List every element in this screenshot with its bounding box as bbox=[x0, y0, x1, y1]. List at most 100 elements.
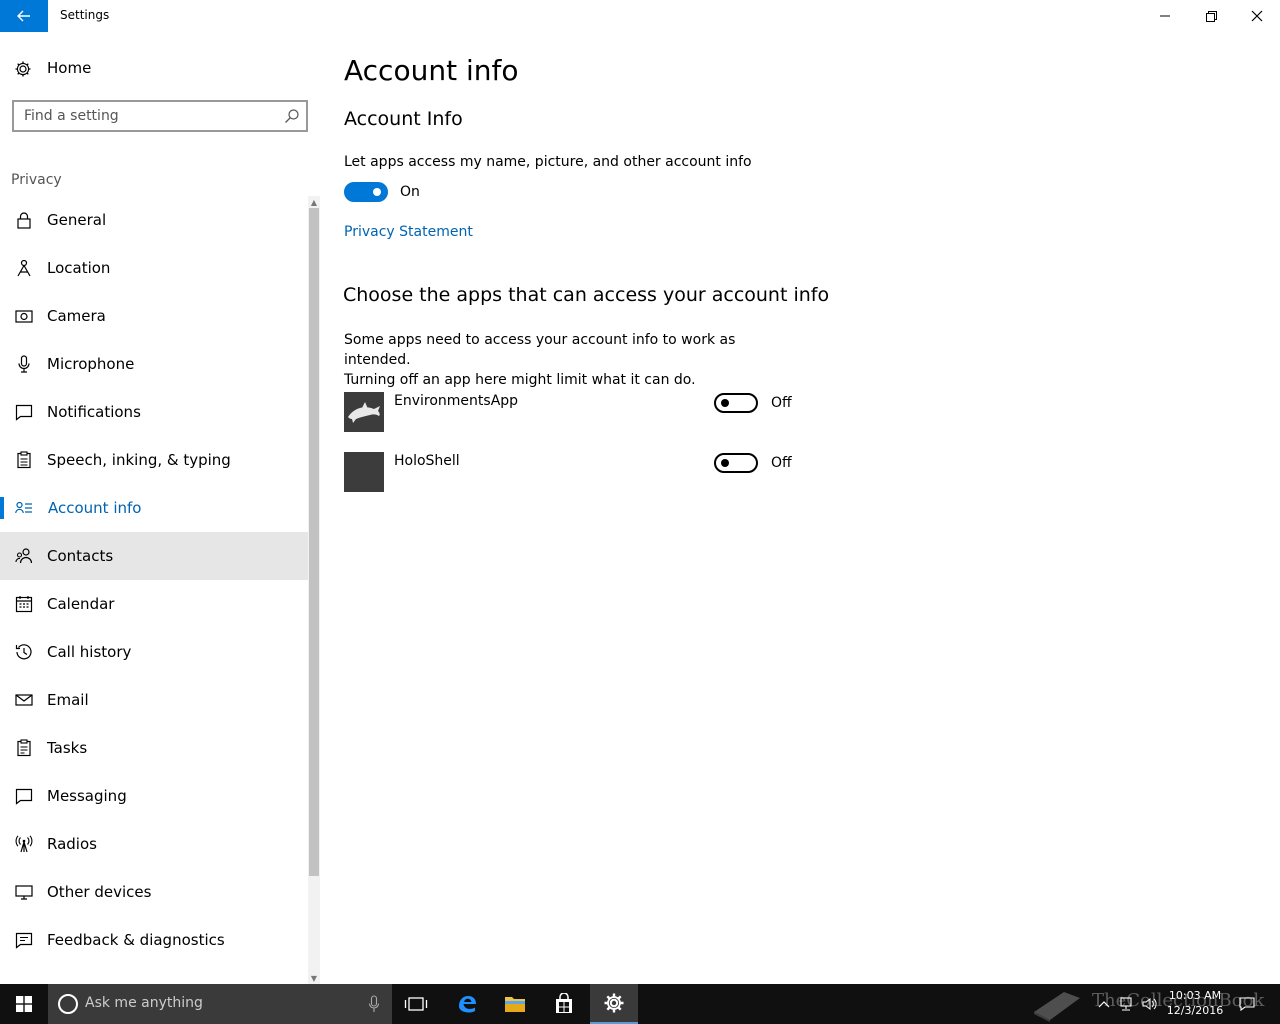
sidebar-item-label: Calendar bbox=[47, 595, 115, 613]
windows-logo-icon bbox=[16, 996, 32, 1012]
page-title: Account info bbox=[344, 54, 519, 87]
sidebar-item-feedback[interactable]: Feedback & diagnostics bbox=[0, 916, 308, 964]
main-content: Account info Account Info Let apps acces… bbox=[320, 32, 1280, 984]
sidebar-item-radios[interactable]: Radios bbox=[0, 820, 308, 868]
title-bar: Settings bbox=[0, 0, 1280, 32]
sidebar-item-general[interactable]: General bbox=[0, 196, 308, 244]
holoshell-toggle[interactable] bbox=[714, 453, 758, 473]
app-toggle-state: Off bbox=[771, 395, 792, 411]
sidebar-item-microphone[interactable]: Microphone bbox=[0, 340, 308, 388]
sidebar-item-camera[interactable]: Camera bbox=[0, 292, 308, 340]
search-icon[interactable] bbox=[284, 108, 300, 124]
sidebar-item-label: Email bbox=[47, 691, 89, 709]
history-icon bbox=[15, 644, 32, 660]
scroll-thumb[interactable] bbox=[309, 208, 319, 876]
apps-section-description: Some apps need to access your account in… bbox=[344, 330, 804, 390]
sidebar-item-other-devices[interactable]: Other devices bbox=[0, 868, 308, 916]
sidebar-item-label: Messaging bbox=[47, 787, 127, 805]
show-hidden-icons-button[interactable] bbox=[1094, 984, 1114, 1024]
notifications-icon bbox=[15, 404, 33, 421]
volume-tray-button[interactable] bbox=[1140, 984, 1160, 1024]
minimize-button[interactable] bbox=[1142, 0, 1188, 32]
file-explorer-button[interactable] bbox=[491, 984, 539, 1024]
sidebar-home[interactable]: Home bbox=[0, 48, 308, 88]
scroll-down-arrow-icon[interactable]: ▼ bbox=[308, 972, 320, 984]
restore-icon bbox=[1205, 10, 1217, 22]
action-center-icon bbox=[1239, 997, 1255, 1012]
toggle-knob bbox=[721, 459, 729, 467]
dolphin-icon bbox=[344, 392, 384, 432]
privacy-nav-list: General Location Camera Microphone Notif… bbox=[0, 196, 308, 964]
scroll-up-arrow-icon[interactable]: ▲ bbox=[308, 196, 320, 208]
task-view-button[interactable] bbox=[392, 984, 440, 1024]
action-center-button[interactable] bbox=[1236, 984, 1258, 1024]
cortana-placeholder: Ask me anything bbox=[85, 995, 203, 1011]
sidebar-home-label: Home bbox=[47, 59, 92, 77]
sidebar-item-label: Microphone bbox=[47, 355, 135, 373]
cortana-search-box[interactable]: Ask me anything bbox=[48, 984, 392, 1024]
sidebar-item-label: Notifications bbox=[47, 403, 141, 421]
app-placeholder-icon bbox=[344, 452, 384, 492]
camera-icon bbox=[15, 310, 33, 323]
calendar-icon bbox=[15, 596, 33, 613]
sidebar-item-location[interactable]: Location bbox=[0, 244, 308, 292]
sidebar-item-label: Tasks bbox=[47, 739, 88, 757]
sidebar-item-call-history[interactable]: Call history bbox=[0, 628, 308, 676]
gear-icon bbox=[15, 61, 31, 77]
privacy-statement-link[interactable]: Privacy Statement bbox=[344, 224, 473, 240]
sidebar-item-account-info[interactable]: Account info bbox=[0, 484, 308, 532]
sidebar-item-label: Speech, inking, & typing bbox=[47, 451, 231, 469]
app-name: HoloShell bbox=[394, 453, 460, 469]
app-name: EnvironmentsApp bbox=[394, 393, 519, 409]
speech-icon bbox=[17, 451, 31, 469]
email-icon bbox=[15, 694, 33, 706]
sidebar-item-contacts[interactable]: Contacts bbox=[0, 532, 308, 580]
account-info-icon bbox=[15, 501, 32, 514]
tasks-icon bbox=[17, 739, 31, 757]
close-button[interactable] bbox=[1234, 0, 1280, 32]
app-row-environmentsapp: EnvironmentsApp Off bbox=[344, 392, 804, 432]
taskbar: Ask me anything TheCollectionBook 10:03 … bbox=[0, 984, 1280, 1024]
store-button[interactable] bbox=[540, 984, 588, 1024]
radios-icon bbox=[15, 835, 33, 853]
clock-time: 10:03 AM bbox=[1168, 989, 1222, 1002]
messaging-icon bbox=[15, 788, 33, 805]
settings-taskbar-button[interactable] bbox=[590, 984, 638, 1024]
master-toggle-state: On bbox=[400, 184, 420, 200]
sidebar-item-messaging[interactable]: Messaging bbox=[0, 772, 308, 820]
gear-icon bbox=[604, 993, 624, 1013]
sidebar-item-tasks[interactable]: Tasks bbox=[0, 724, 308, 772]
edge-icon bbox=[459, 996, 476, 1013]
sidebar-item-label: General bbox=[47, 211, 107, 229]
microphone-icon bbox=[18, 355, 30, 373]
sidebar-item-label: Camera bbox=[47, 307, 106, 325]
sidebar-item-label: Radios bbox=[47, 835, 97, 853]
sidebar-item-calendar[interactable]: Calendar bbox=[0, 580, 308, 628]
sidebar-item-notifications[interactable]: Notifications bbox=[0, 388, 308, 436]
sidebar-item-email[interactable]: Email bbox=[0, 676, 308, 724]
sidebar-item-speech[interactable]: Speech, inking, & typing bbox=[0, 436, 308, 484]
network-tray-button[interactable] bbox=[1116, 984, 1136, 1024]
sidebar-item-label: Location bbox=[47, 259, 111, 277]
search-box[interactable] bbox=[12, 100, 308, 132]
location-icon bbox=[17, 259, 31, 277]
speaker-icon bbox=[1142, 998, 1157, 1010]
app-toggle-state: Off bbox=[771, 455, 792, 471]
microphone-icon[interactable] bbox=[368, 995, 380, 1013]
taskbar-clock[interactable]: 10:03 AM 12/3/2016 bbox=[1158, 988, 1232, 1018]
feedback-icon bbox=[15, 932, 33, 949]
master-toggle-description: Let apps access my name, picture, and ot… bbox=[344, 154, 752, 170]
chevron-up-icon bbox=[1098, 1001, 1110, 1008]
back-button[interactable] bbox=[0, 0, 48, 32]
lock-icon bbox=[17, 212, 31, 229]
restore-button[interactable] bbox=[1188, 0, 1234, 32]
sidebar-scrollbar[interactable]: ▲ ▼ bbox=[308, 196, 320, 984]
search-input[interactable] bbox=[14, 102, 274, 130]
start-button[interactable] bbox=[0, 984, 48, 1024]
edge-taskbar-button[interactable] bbox=[443, 984, 491, 1024]
environmentsapp-toggle[interactable] bbox=[714, 393, 758, 413]
account-info-master-toggle[interactable] bbox=[344, 182, 388, 202]
toggle-knob bbox=[721, 399, 729, 407]
cortana-icon bbox=[58, 994, 78, 1014]
task-view-icon bbox=[404, 997, 428, 1011]
